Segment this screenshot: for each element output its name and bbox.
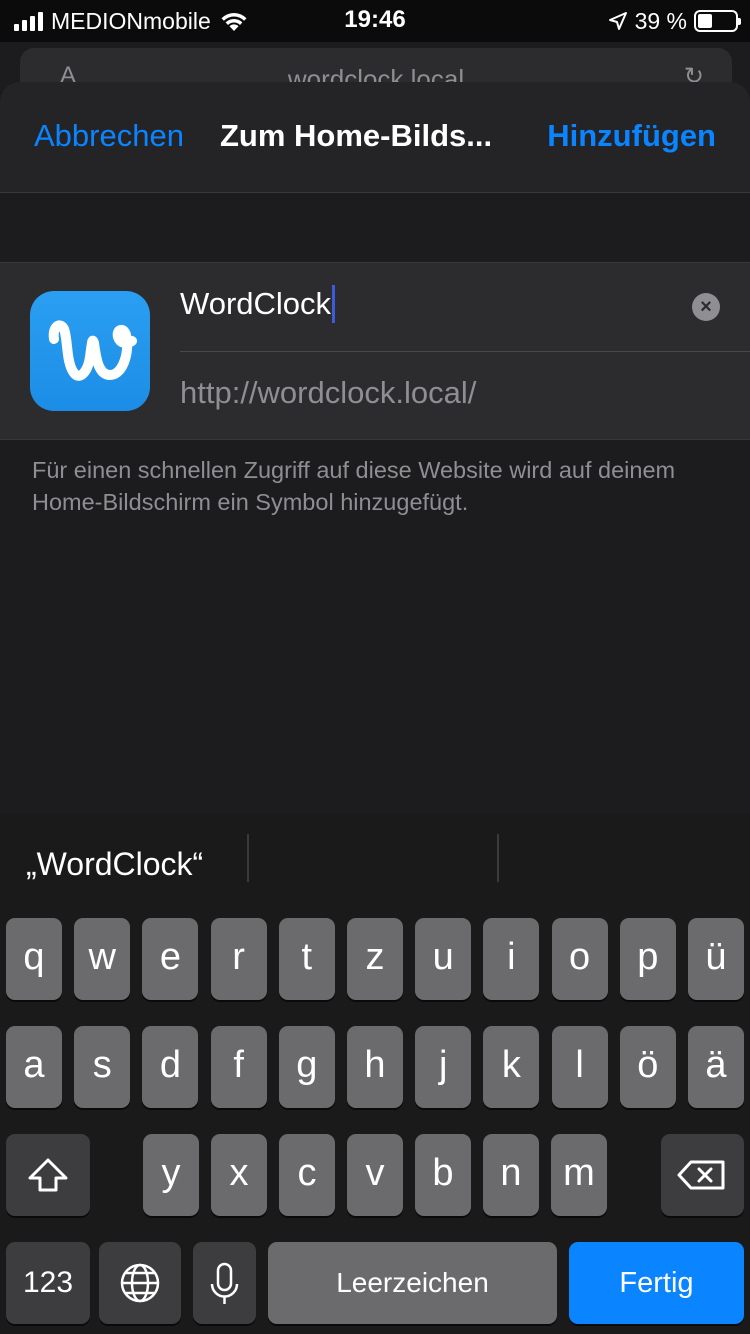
key-i[interactable]: i — [483, 918, 540, 1000]
app-icon — [30, 291, 150, 411]
numbers-key-label: 123 — [22, 1266, 74, 1299]
suggestion-word[interactable]: „WordClock“ — [26, 846, 203, 883]
key-label: y — [161, 1152, 181, 1194]
status-right: 39 % — [608, 7, 741, 35]
key-label: q — [23, 936, 45, 978]
key-label: o — [569, 936, 591, 978]
key-ü[interactable]: ü — [688, 918, 744, 1000]
battery-icon — [694, 10, 741, 32]
globe-key[interactable] — [99, 1242, 181, 1324]
key-b[interactable]: b — [415, 1134, 471, 1216]
key-label: ä — [705, 1044, 727, 1086]
key-label: e — [159, 936, 181, 978]
predictive-bar: „WordClock“ — [0, 814, 750, 914]
delete-key[interactable] — [661, 1134, 744, 1216]
key-s[interactable]: s — [74, 1026, 131, 1108]
key-h[interactable]: h — [347, 1026, 403, 1108]
space-key[interactable]: Leerzeichen — [268, 1242, 557, 1324]
key-label: f — [233, 1044, 244, 1086]
name-row: WordClock × — [180, 263, 750, 352]
key-o[interactable]: o — [551, 918, 608, 1000]
delete-backspace-icon — [677, 1160, 725, 1190]
sheet-title: Zum Home-Bilds... — [220, 118, 493, 153]
sheet-nav-bar: Abbrechen Zum Home-Bilds... Hinzufügen — [0, 82, 750, 193]
key-n[interactable]: n — [483, 1134, 539, 1216]
key-label: r — [232, 936, 245, 978]
key-label: v — [365, 1152, 385, 1194]
key-label: j — [438, 1044, 448, 1086]
key-label: u — [432, 936, 454, 978]
shift-arrow-icon — [28, 1158, 68, 1192]
battery-percentage: 39 % — [634, 7, 687, 34]
key-label: s — [92, 1044, 112, 1086]
key-ä[interactable]: ä — [688, 1026, 744, 1108]
sheet-footnote: Für einen schnellen Zugriff auf diese We… — [32, 457, 676, 515]
key-z[interactable]: z — [347, 918, 403, 1000]
suggestion-divider — [497, 834, 499, 882]
key-f[interactable]: f — [210, 1026, 267, 1108]
dictation-key[interactable] — [193, 1242, 256, 1324]
key-label: ö — [637, 1044, 659, 1086]
key-y[interactable]: y — [143, 1134, 199, 1216]
key-label: t — [301, 936, 313, 978]
key-v[interactable]: v — [347, 1134, 403, 1216]
bookmark-name-value: WordClock — [180, 286, 332, 321]
microphone-icon — [210, 1262, 239, 1304]
bookmark-name-input[interactable]: WordClock — [180, 285, 336, 323]
key-q[interactable]: q — [6, 918, 62, 1000]
key-k[interactable]: k — [483, 1026, 540, 1108]
key-label: m — [563, 1152, 595, 1194]
key-c[interactable]: c — [279, 1134, 335, 1216]
key-label: k — [501, 1044, 521, 1086]
key-l[interactable]: l — [551, 1026, 608, 1108]
key-r[interactable]: r — [210, 918, 267, 1000]
done-key-label: Fertig — [619, 1267, 694, 1299]
key-j[interactable]: j — [415, 1026, 472, 1108]
add-button[interactable]: Hinzufügen — [547, 118, 716, 154]
text-caret — [332, 285, 336, 323]
numbers-key[interactable]: 123 — [6, 1242, 90, 1324]
key-w[interactable]: w — [74, 918, 131, 1000]
key-u[interactable]: u — [415, 918, 472, 1000]
shift-key[interactable] — [6, 1134, 90, 1216]
key-g[interactable]: g — [278, 1026, 335, 1108]
key-label: p — [637, 936, 659, 978]
key-t[interactable]: t — [278, 918, 335, 1000]
location-arrow-icon — [608, 12, 627, 30]
key-label: d — [159, 1044, 181, 1086]
key-label: h — [364, 1044, 386, 1086]
key-p[interactable]: p — [619, 918, 676, 1000]
cancel-button[interactable]: Abbrechen — [34, 118, 184, 154]
key-label: ü — [705, 936, 727, 978]
globe-icon — [120, 1263, 160, 1303]
key-x[interactable]: x — [211, 1134, 267, 1216]
space-key-label: Leerzeichen — [336, 1267, 489, 1298]
key-label: a — [23, 1044, 45, 1086]
battery-fill — [698, 14, 713, 28]
key-a[interactable]: a — [6, 1026, 62, 1108]
key-label: g — [296, 1044, 318, 1086]
done-key[interactable]: Fertig — [569, 1242, 744, 1324]
key-label: n — [500, 1152, 522, 1194]
key-label: x — [229, 1152, 249, 1194]
key-label: l — [575, 1044, 584, 1086]
key-label: c — [297, 1152, 317, 1194]
key-label: b — [432, 1152, 454, 1194]
wordclock-logo-icon — [48, 320, 137, 381]
key-m[interactable]: m — [551, 1134, 607, 1216]
key-label: i — [507, 936, 516, 978]
clear-text-icon[interactable]: × — [692, 293, 720, 321]
keyboard: „WordClock“ 123 Leerzeichen Fertig q w e… — [0, 814, 750, 1334]
key-label: z — [365, 936, 385, 978]
key-d[interactable]: d — [142, 1026, 199, 1108]
status-bar: MEDIONmobile 19:46 39 % — [0, 0, 750, 42]
suggestion-divider — [247, 834, 249, 882]
key-label: w — [88, 936, 116, 978]
key-e[interactable]: e — [142, 918, 199, 1000]
bookmark-url: http://wordclock.local/ — [180, 375, 477, 410]
key-ö[interactable]: ö — [619, 1026, 676, 1108]
bookmark-card: WordClock × http://wordclock.local/ — [0, 262, 750, 440]
